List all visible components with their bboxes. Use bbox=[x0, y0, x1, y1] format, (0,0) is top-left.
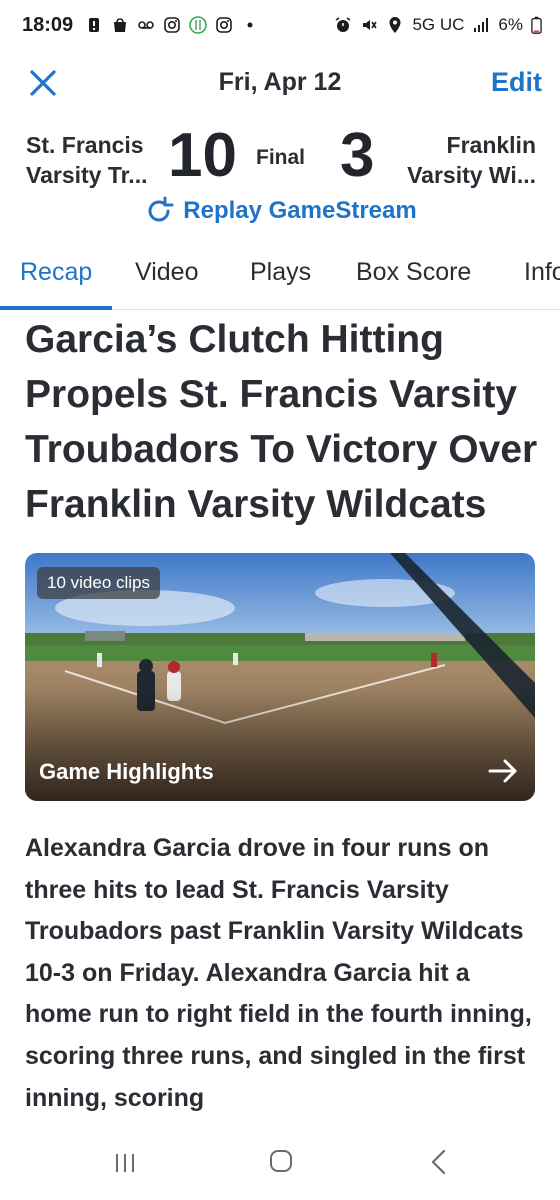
away-team-name-line2: Varsity Wi... bbox=[407, 162, 536, 188]
arrow-right-icon bbox=[488, 759, 517, 783]
system-nav-bar bbox=[0, 1130, 560, 1200]
edit-button[interactable]: Edit bbox=[491, 67, 542, 98]
voicemail-icon bbox=[138, 21, 154, 29]
bag-icon bbox=[114, 18, 127, 32]
home-team-name-line1: St. Francis bbox=[26, 132, 144, 158]
home-team-name-line2: Varsity Tr... bbox=[26, 162, 148, 188]
dot-icon bbox=[247, 22, 253, 28]
replay-label: Replay GameStream bbox=[183, 197, 417, 224]
signal-icon bbox=[474, 18, 489, 32]
status-time: 18:09 bbox=[22, 13, 74, 36]
status-left: 18:09 bbox=[22, 14, 259, 37]
home-icon[interactable] bbox=[268, 1148, 294, 1174]
home-score: 10 bbox=[168, 121, 237, 190]
refresh-icon bbox=[148, 196, 174, 222]
back-icon[interactable] bbox=[428, 1148, 450, 1176]
tab-video[interactable]: Video bbox=[135, 258, 199, 287]
alarm-icon bbox=[336, 17, 351, 32]
battery-label: 6% bbox=[498, 15, 523, 34]
article-body: Alexandra Garcia drove in four runs on t… bbox=[25, 834, 532, 1112]
battery-icon bbox=[531, 16, 542, 34]
home-team[interactable]: St. Francis Varsity Tr... bbox=[26, 130, 147, 190]
location-icon bbox=[389, 17, 401, 33]
replay-gamestream-button[interactable]: Replay GameStream bbox=[0, 195, 560, 227]
away-team[interactable]: Franklin Varsity Wi... bbox=[407, 130, 536, 190]
tab-plays[interactable]: Plays bbox=[250, 258, 311, 287]
instagram-icon bbox=[164, 17, 180, 33]
away-team-name-line1: Franklin bbox=[446, 132, 536, 158]
status-bar: 18:09 5G UC 6% bbox=[0, 0, 560, 50]
page-title: Fri, Apr 12 bbox=[218, 68, 342, 96]
food-icon bbox=[189, 16, 207, 34]
tab-indicator bbox=[0, 306, 112, 310]
alert-icon bbox=[89, 18, 100, 32]
network-label: 5G UC bbox=[412, 15, 465, 34]
mute-icon bbox=[363, 20, 378, 30]
tab-box-score[interactable]: Box Score bbox=[356, 258, 471, 287]
article-headline: Garcia’s Clutch Hitting Propels St. Fran… bbox=[25, 318, 538, 526]
game-status: Final bbox=[256, 146, 306, 169]
scoreboard: St. Francis Varsity Tr... 10 Final 3 Fra… bbox=[0, 121, 560, 202]
status-right: 5G UC 6% bbox=[334, 15, 542, 35]
tab-recap[interactable]: Recap bbox=[20, 258, 92, 287]
away-score: 3 bbox=[340, 121, 375, 190]
video-highlights-card[interactable]: 10 video clips Game Highlights bbox=[25, 553, 535, 801]
video-title: Game Highlights bbox=[39, 759, 214, 784]
video-clips-badge: 10 video clips bbox=[37, 567, 161, 599]
tab-bar: Recap Video Plays Box Score Info bbox=[0, 246, 560, 310]
tab-info[interactable]: Info bbox=[524, 258, 560, 287]
instagram-icon bbox=[216, 17, 232, 33]
recents-icon[interactable] bbox=[112, 1150, 138, 1176]
top-header: Fri, Apr 12 Edit bbox=[0, 54, 560, 112]
